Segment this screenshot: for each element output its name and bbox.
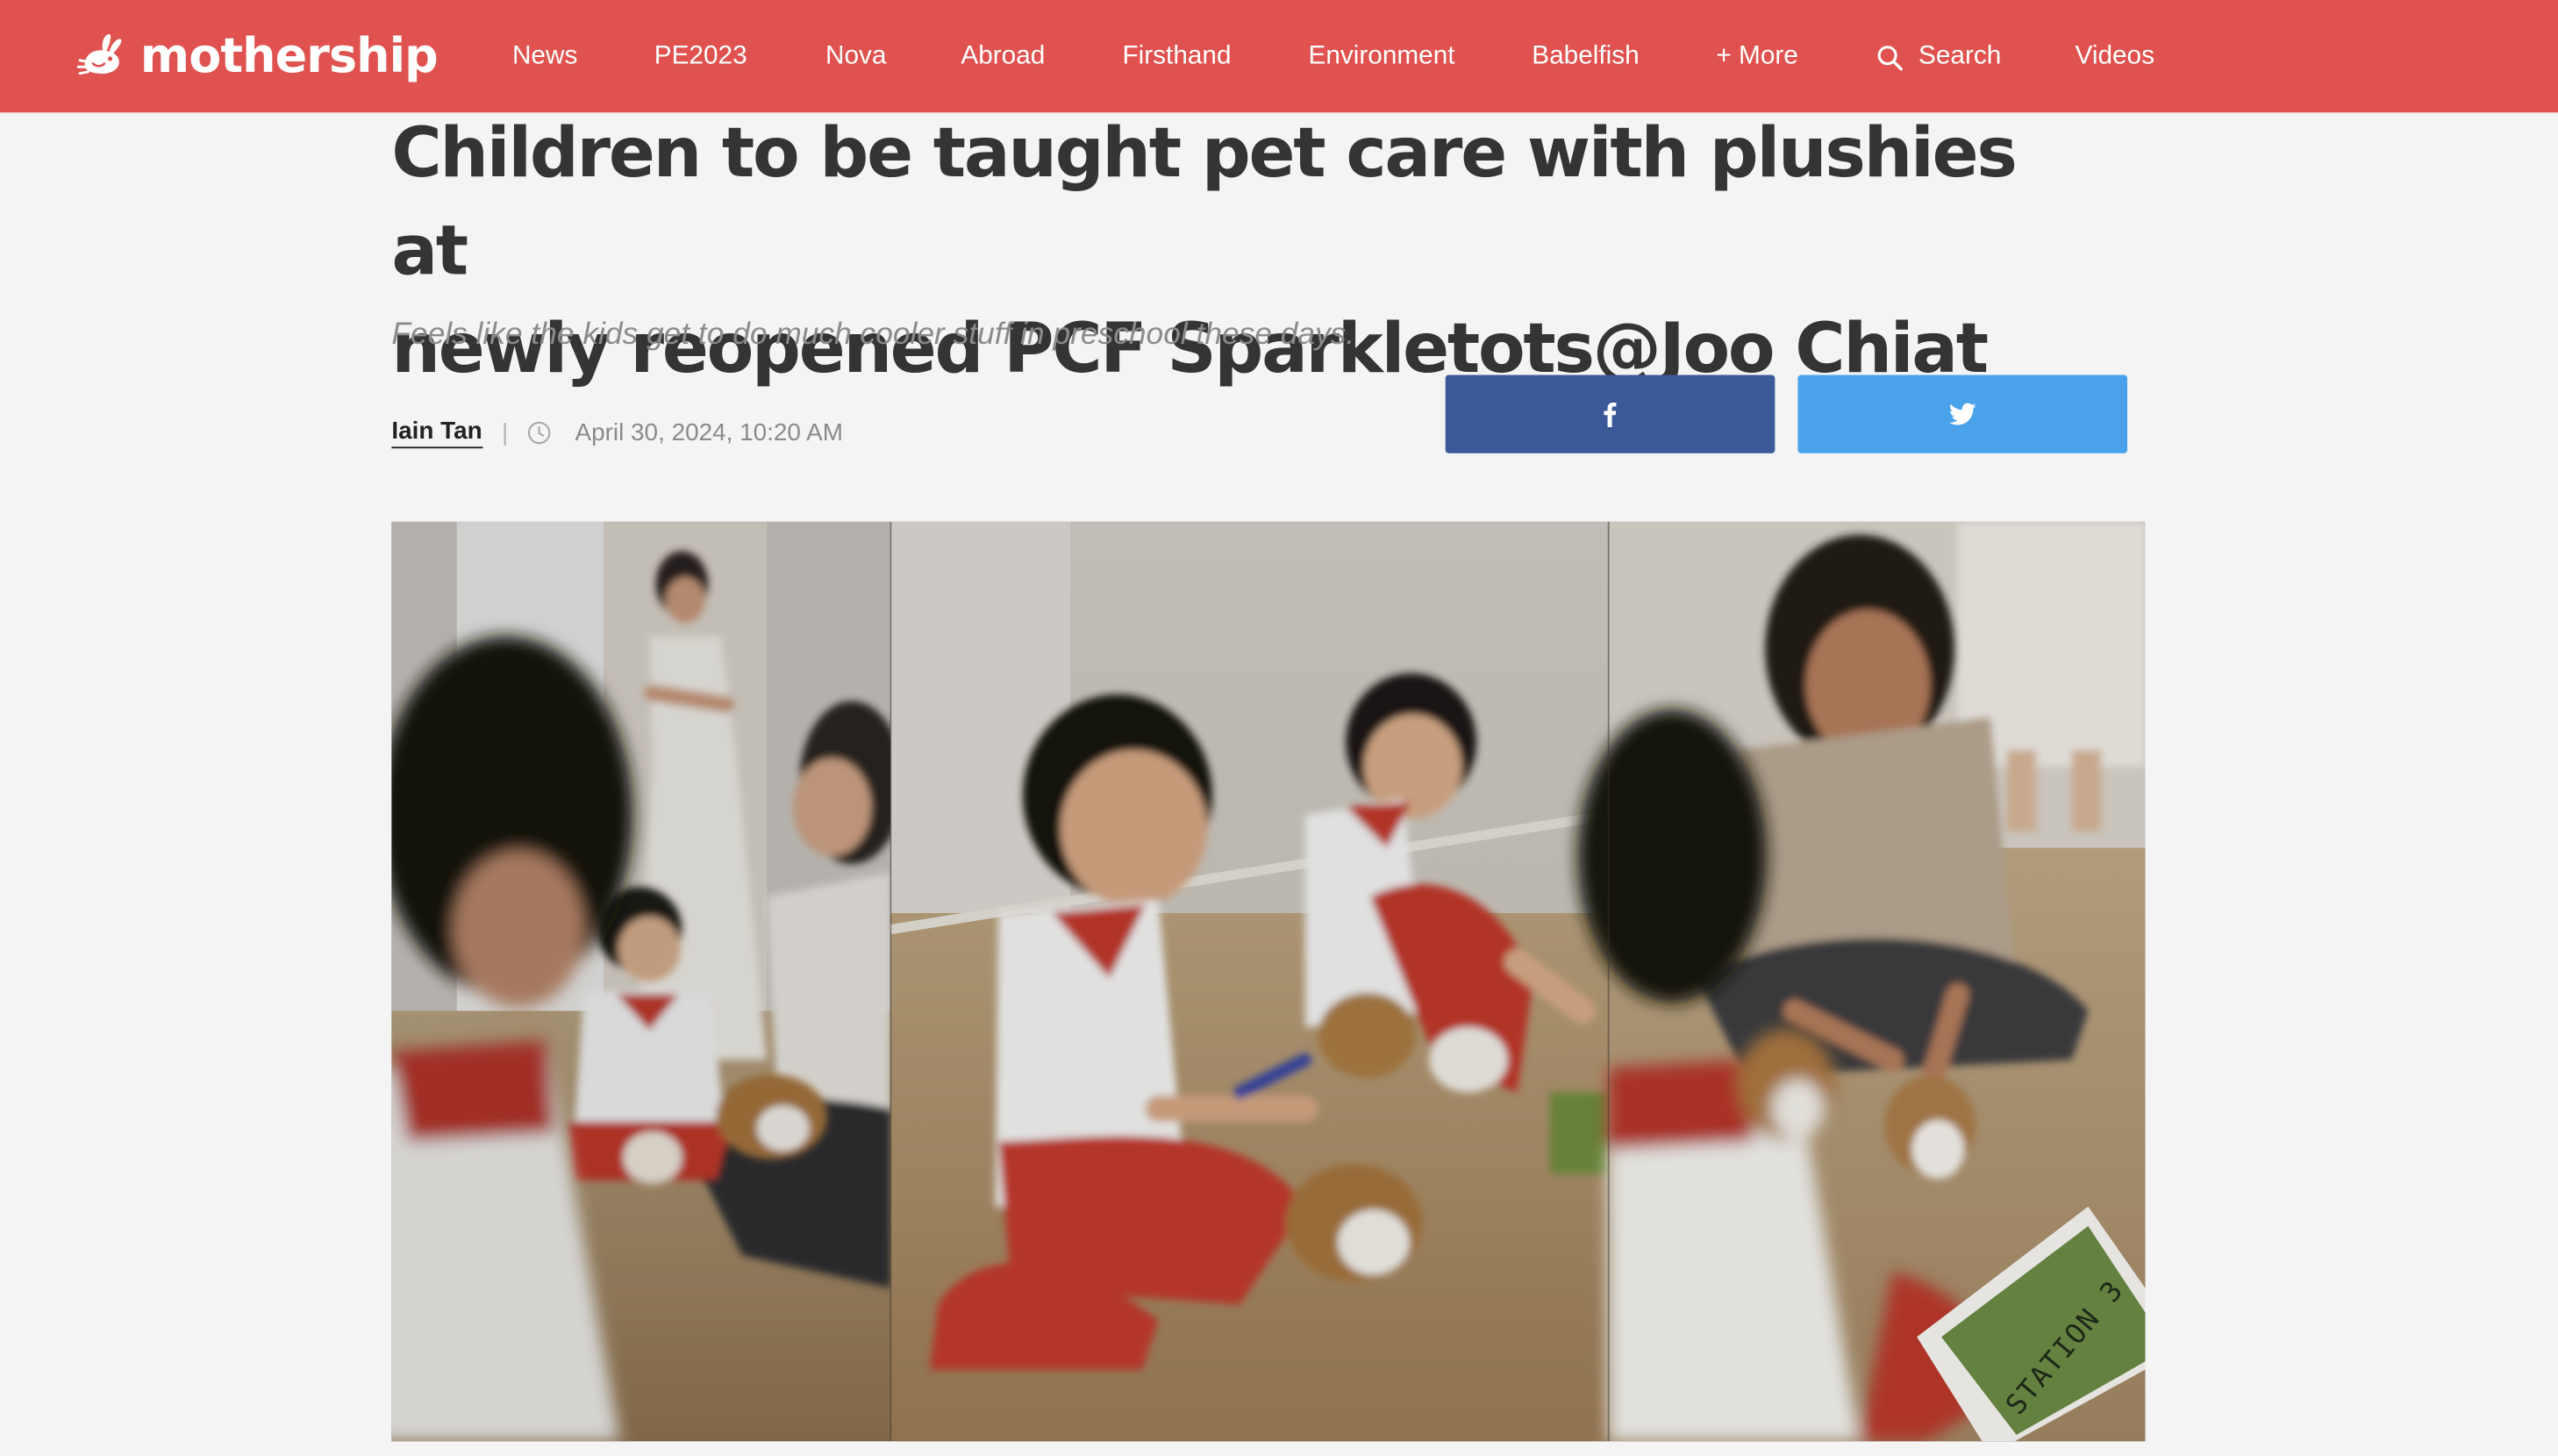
- article-subtitle: Feels like the kids get to do much coole…: [391, 318, 1355, 353]
- byline-divider: |: [501, 418, 509, 446]
- search-icon: [1877, 45, 1903, 70]
- nav-item-news[interactable]: News: [512, 39, 577, 75]
- nav-item-nova[interactable]: Nova: [825, 39, 886, 75]
- nav-search-button[interactable]: Search: [1876, 39, 2002, 75]
- photo-panel-3: STATION 3: [1577, 521, 2146, 1442]
- nav-item-abroad[interactable]: Abroad: [961, 39, 1045, 75]
- clock-icon: [528, 420, 552, 444]
- hero-photo-collage: STATION 3: [391, 521, 2146, 1442]
- nav-item-videos[interactable]: Videos: [2076, 39, 2154, 75]
- publish-date: April 30, 2024, 10:20 AM: [575, 418, 843, 446]
- site-logo[interactable]: mothership: [75, 23, 439, 88]
- facebook-icon: [1604, 402, 1617, 428]
- headline-line-1: Children to be taught pet care with plus…: [391, 112, 2018, 290]
- share-twitter-button[interactable]: [1797, 375, 2128, 453]
- share-facebook-button[interactable]: [1445, 375, 1776, 453]
- top-navbar: mothership News PE2023 Nova Abroad First…: [0, 0, 2558, 113]
- nav-item-environment[interactable]: Environment: [1308, 39, 1454, 75]
- nav-item-more[interactable]: + More: [1716, 39, 1797, 75]
- nav-item-firsthand[interactable]: Firsthand: [1122, 39, 1231, 75]
- photo-panel-1: [391, 521, 904, 1442]
- author-link[interactable]: Iain Tan: [391, 417, 482, 448]
- article-hero-image: STATION 3: [391, 521, 2146, 1442]
- article-byline: Iain Tan | April 30, 2024, 10:20 AM: [391, 414, 843, 450]
- logo-wordmark: mothership: [139, 27, 439, 83]
- search-label: Search: [1918, 42, 2002, 70]
- nav-item-babelfish[interactable]: Babelfish: [1532, 39, 1639, 75]
- photo-panel-2: [890, 521, 1610, 1442]
- page: mothership News PE2023 Nova Abroad First…: [0, 0, 2558, 1456]
- rabbit-mascot-icon: [76, 34, 122, 75]
- nav-item-pe2023[interactable]: PE2023: [654, 39, 747, 75]
- twitter-icon: [1948, 403, 1976, 425]
